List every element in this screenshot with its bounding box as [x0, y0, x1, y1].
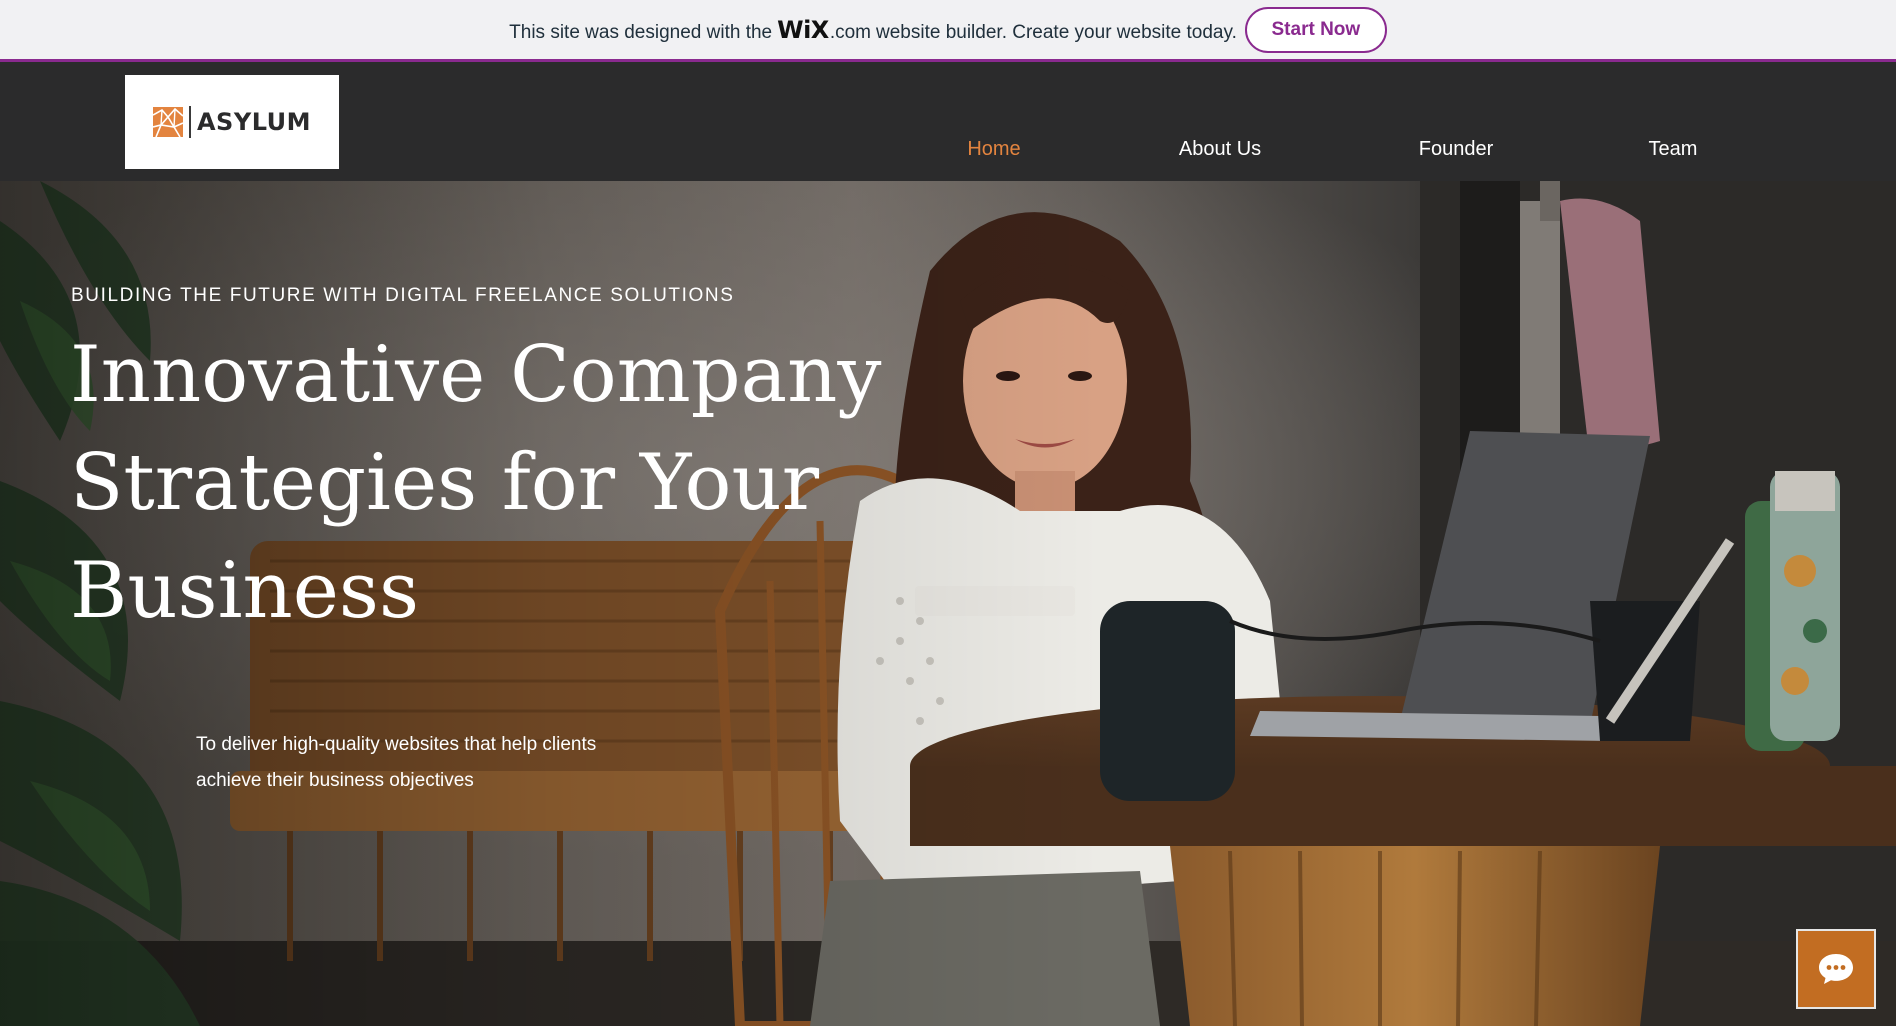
hero-section: BUILDING THE FUTURE WITH DIGITAL FREELAN…	[0, 181, 1896, 1026]
asylum-logo-mark-icon	[152, 107, 183, 137]
hero-subtitle: To deliver high-quality websites that he…	[196, 734, 597, 791]
nav-item-home[interactable]: Home	[967, 138, 1020, 161]
start-now-button[interactable]: Start Now	[1244, 6, 1387, 53]
nav-item-team[interactable]: Team	[1649, 138, 1698, 161]
hero-eyebrow: BUILDING THE FUTURE WITH DIGITAL FREELAN…	[71, 285, 735, 306]
wix-logo: WiX	[777, 15, 829, 44]
chat-bubble-icon	[1819, 954, 1853, 984]
nav-item-about-us[interactable]: About Us	[1179, 138, 1261, 161]
wix-promo-banner: This site was designed with the WiX .com…	[0, 0, 1896, 62]
logo-divider	[188, 106, 191, 138]
main-navigation: Home About Us Founder Team	[0, 138, 1896, 168]
nav-item-founder[interactable]: Founder	[1419, 138, 1494, 161]
wix-promo-message: This site was designed with the WiX .com…	[509, 16, 1237, 44]
chat-widget-button[interactable]	[1796, 929, 1876, 1009]
hero-title: Innovative Company Strategies for Your B…	[70, 330, 882, 636]
site-header: ASYLUM Home About Us Founder Team	[0, 62, 1896, 181]
wix-promo-text-after: website builder. Create your website tod…	[876, 21, 1237, 43]
wix-promo-text-before: This site was designed with the	[509, 21, 773, 43]
logo-text: ASYLUM	[196, 108, 312, 136]
wix-domain-suffix: .com	[829, 21, 871, 43]
